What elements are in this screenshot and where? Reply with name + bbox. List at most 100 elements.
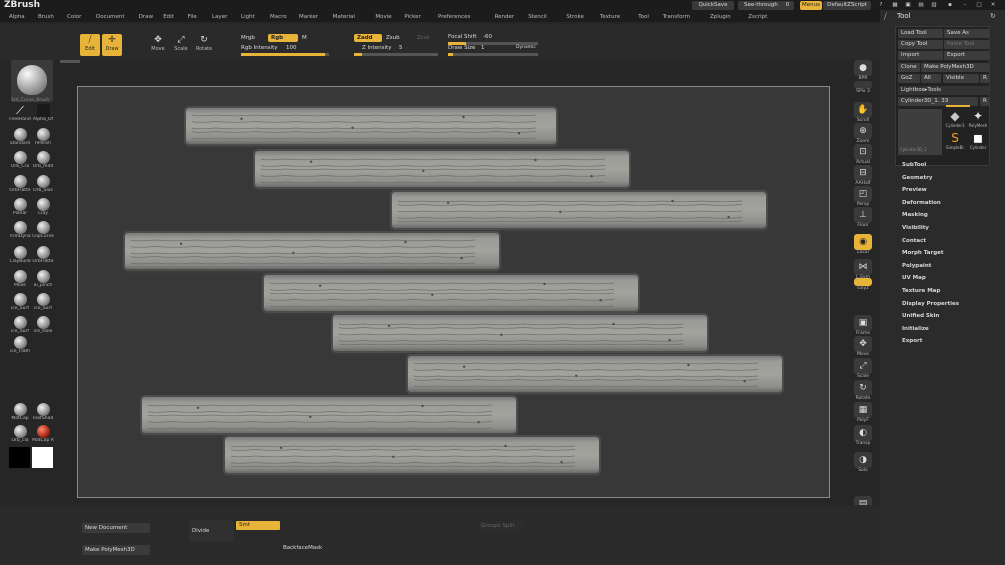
section-display-properties[interactable]: Display Properties [902, 301, 959, 307]
aahalf-button[interactable]: ⊟ AAHalf [852, 165, 874, 186]
menu-file[interactable]: File [188, 12, 197, 22]
document-canvas[interactable] [77, 86, 830, 498]
floor-button[interactable]: ⊥ Floor [852, 207, 874, 228]
panel-reset-icon[interactable]: ↻ [990, 12, 996, 20]
menu-alpha[interactable]: Alpha [9, 12, 25, 22]
rotate-mode-button[interactable]: ↻ Rotate [194, 34, 214, 56]
groups-split-button[interactable]: Groups Split [478, 521, 526, 531]
visible-button[interactable]: Visible [943, 74, 979, 83]
script-button[interactable]: DefaultZScript [823, 1, 871, 10]
menu-document[interactable]: Document [96, 12, 125, 22]
material-orb-clay-mat[interactable]: Orb_cla [9, 425, 31, 443]
maximize-icon[interactable]: □ [974, 1, 984, 10]
tool-thumb-simple-brush[interactable]: S SimpleBr [944, 131, 966, 152]
clone-button[interactable]: Clone [898, 63, 920, 72]
z-intensity-slider[interactable] [354, 53, 438, 56]
all-button[interactable]: All [921, 74, 941, 83]
brush-ice-surf-1[interactable]: ice_Surf [9, 293, 31, 311]
section-subtool[interactable]: SubTool [902, 162, 926, 168]
move-mode-button[interactable]: ✥ Move [148, 34, 168, 56]
section-export[interactable]: Export [902, 338, 922, 344]
make-polymesh-bottom-button[interactable]: Make PolyMesh3D [82, 545, 150, 555]
see-through-slider[interactable]: See-through 0 [738, 1, 794, 10]
current-tool-thumbnail[interactable]: Cylinder3D_1 [898, 109, 942, 155]
brush-orb-flatten[interactable]: OrbFlatte [9, 175, 31, 193]
section-contact[interactable]: Contact [902, 238, 926, 244]
frame-button[interactable]: ▣ Frame [852, 315, 874, 336]
section-masking[interactable]: Masking [902, 212, 928, 218]
brush-ice-hole[interactable]: ice_Hole [32, 316, 54, 334]
rgb-button[interactable]: Rgb [268, 34, 298, 42]
save-as-button[interactable]: Save As [944, 29, 989, 38]
brush-ai-pinch[interactable]: ai_pinch [32, 270, 54, 288]
material-matcap[interactable]: MatCap [9, 403, 31, 421]
layout-4-icon[interactable]: ▥ [929, 1, 939, 10]
brush-freehand[interactable]: ⟋ FreeHand [9, 104, 31, 122]
transp-button[interactable]: ◐ Transp [852, 425, 874, 446]
copy-tool-button[interactable]: Copy Tool [898, 40, 943, 49]
layout-3-icon[interactable]: ▤ [916, 1, 926, 10]
tool-thumb-polymesh[interactable]: ✦ PolyMesh [967, 109, 989, 130]
section-unified-skin[interactable]: Unified Skin [902, 313, 939, 319]
draw-size-slider[interactable] [448, 53, 538, 56]
menu-zscript[interactable]: Zscript [748, 12, 767, 22]
menu-movie[interactable]: Movie [375, 12, 391, 22]
backface-mask-button[interactable]: BackfaceMask [280, 543, 330, 553]
layout-2-icon[interactable]: ▣ [903, 1, 913, 10]
material-fast-shader[interactable]: FastShad [32, 403, 54, 421]
close-icon[interactable]: ✕ [988, 1, 998, 10]
section-morph-target[interactable]: Morph Target [902, 250, 944, 256]
brush-alpha-off[interactable]: Alpha_Of [32, 104, 54, 122]
section-polypaint[interactable]: Polypaint [902, 263, 931, 269]
draw-mode-button[interactable]: ✛ Draw [102, 34, 122, 56]
persp-button[interactable]: ◰ Persp [852, 186, 874, 207]
menu-brush[interactable]: Brush [38, 12, 54, 22]
brush-ice-surf-2[interactable]: ice_Surf [32, 293, 54, 311]
menus-button[interactable]: Menus [800, 1, 822, 10]
menu-light[interactable]: Light [241, 12, 255, 22]
rmove-button[interactable]: ✥ Move [852, 336, 874, 357]
brush-hpolish[interactable]: hPolish [32, 128, 54, 146]
menu-tool[interactable]: Tool [638, 12, 649, 22]
save-icon[interactable]: ▪ [945, 1, 955, 10]
divide-button[interactable]: Divide [189, 520, 234, 542]
lightbox-tools-button[interactable]: Lightbox▸Tools [898, 86, 989, 95]
dynamic-button[interactable]: Dynamic [516, 45, 536, 50]
menu-zplugin[interactable]: Zplugin [710, 12, 731, 22]
brush-orb-flatten-2[interactable]: OrbFlatte [32, 246, 54, 264]
goz-button[interactable]: GoZ [898, 74, 920, 83]
quicksave-button[interactable]: QuickSave [692, 1, 734, 10]
scroll-button[interactable]: ✋ Scroll [852, 102, 874, 123]
tool-thumb-cylinder[interactable]: ◼ Cylinder [967, 131, 989, 152]
tool-r-button[interactable]: R [980, 97, 989, 106]
menu-stroke[interactable]: Stroke [566, 12, 584, 22]
rgb-intensity-slider[interactable] [241, 53, 329, 56]
menu-transform[interactable]: Transform [663, 12, 690, 22]
menu-stencil[interactable]: Stencil [528, 12, 547, 22]
export-button[interactable]: Export [944, 51, 989, 60]
rrotate-button[interactable]: ↻ Rotate [852, 380, 874, 401]
section-deformation[interactable]: Deformation [902, 200, 941, 206]
canvas-scroll-indicator[interactable] [60, 60, 80, 63]
panel-pin-icon[interactable]: ⧸ [884, 12, 887, 22]
brush-planar[interactable]: Planar [9, 198, 31, 216]
polyf-button[interactable]: ▦ PolyF [852, 402, 874, 423]
edit-mode-button[interactable]: ⧸ Edit [80, 34, 100, 56]
goz-r-button[interactable]: R [980, 74, 989, 83]
actual-button[interactable]: ⊡ Actual [852, 144, 874, 165]
brush-ice-surf-3[interactable]: ice_Surf [9, 316, 31, 334]
brush-clay[interactable]: Clay [32, 198, 54, 216]
brush-move[interactable]: Move [9, 270, 31, 288]
import-button[interactable]: Import [898, 51, 943, 60]
section-initialize[interactable]: Initialize [902, 326, 929, 332]
secondary-color-swatch[interactable] [9, 447, 30, 468]
section-geometry[interactable]: Geometry [902, 175, 932, 181]
menu-edit[interactable]: Edit [163, 12, 174, 22]
zsub-button[interactable]: Zsub [386, 35, 400, 41]
solo-button[interactable]: ◑ Solo [852, 452, 874, 473]
scale-mode-button[interactable]: ⤢ Scale [171, 34, 191, 56]
section-texture-map[interactable]: Texture Map [902, 288, 940, 294]
brush-clay-buildup[interactable]: ClayBuild [9, 246, 31, 264]
minimize-icon[interactable]: – [960, 1, 970, 10]
brush-orb-mdd[interactable]: Orb_mdd [32, 151, 54, 169]
